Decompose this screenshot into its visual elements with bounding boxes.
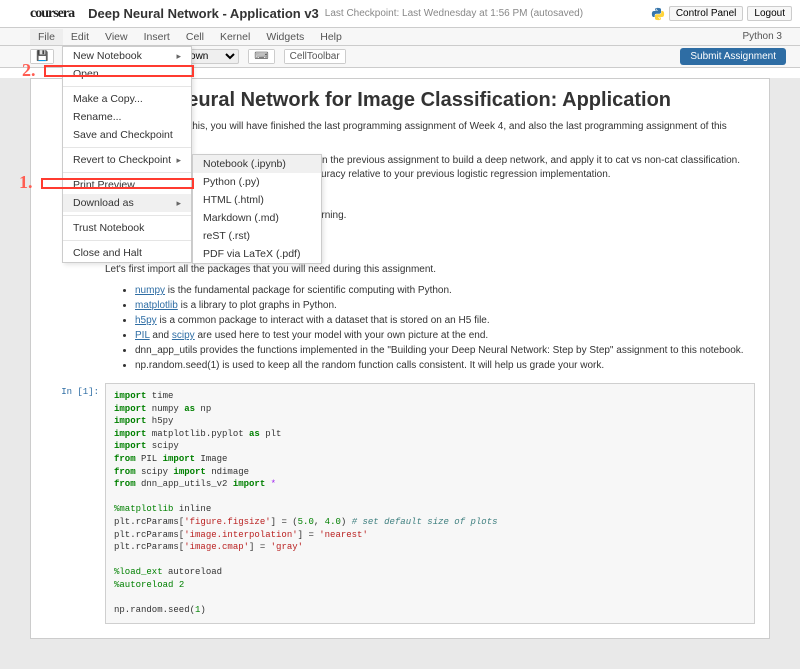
menu-trust-notebook[interactable]: Trust Notebook <box>63 219 191 237</box>
download-md[interactable]: Markdown (.md) <box>193 209 321 227</box>
control-panel-button[interactable]: Control Panel <box>669 6 744 21</box>
link-numpy[interactable]: numpy <box>135 285 165 296</box>
menu-close-halt[interactable]: Close and Halt <box>63 244 191 262</box>
divider <box>63 215 191 216</box>
annotation-1-label: 1. <box>19 172 33 193</box>
menu-revert-label: Revert to Checkpoint <box>73 154 171 166</box>
divider <box>63 86 191 87</box>
download-rst-label: reST (.rst) <box>203 230 250 242</box>
pkg-conj: and <box>150 330 172 341</box>
keyboard-icon[interactable]: ⌨ <box>249 50 273 63</box>
pkg-text: is the fundamental package for scientifi… <box>165 285 452 296</box>
download-pdf-label: PDF via LaTeX (.pdf) <box>203 248 300 260</box>
menu-widgets[interactable]: Widgets <box>258 29 312 45</box>
pkg-text: is a common package to interact with a d… <box>157 315 490 326</box>
menu-view[interactable]: View <box>97 29 136 45</box>
menu-download-as[interactable]: Download as ▸ <box>63 194 191 212</box>
divider <box>63 172 191 173</box>
menu-rename-label: Rename... <box>73 111 121 123</box>
menu-file[interactable]: File <box>30 29 63 45</box>
menu-rename[interactable]: Rename... <box>63 108 191 126</box>
nb-p1: u finish this, you will have finished th… <box>155 120 755 148</box>
download-html-label: HTML (.html) <box>203 194 264 206</box>
kernel-indicator: Python 3 <box>743 31 800 42</box>
nb-p3: Let's first import all the packages that… <box>105 263 755 277</box>
list-item: dnn_app_utils provides the functions imp… <box>135 343 755 358</box>
brand-logo: coursera <box>30 6 74 22</box>
menu-print-preview[interactable]: Print Preview <box>63 176 191 194</box>
list-item: PIL and scipy are used here to test your… <box>135 328 755 343</box>
menu-help[interactable]: Help <box>312 29 350 45</box>
menu-save-label: Save and Checkpoint <box>73 129 173 141</box>
pkg-text: are used here to test your model with yo… <box>195 330 489 341</box>
pkg-text: is a library to plot graphs in Python. <box>178 300 337 311</box>
pkg-list: numpy is the fundamental package for sci… <box>135 283 755 373</box>
list-item: matplotlib is a library to plot graphs i… <box>135 298 755 313</box>
link-scipy[interactable]: scipy <box>172 330 195 341</box>
download-ipynb[interactable]: Notebook (.ipynb) <box>193 155 321 173</box>
menu-open[interactable]: Open... <box>63 65 191 83</box>
celltoolbar-button[interactable]: CellToolbar <box>285 50 345 63</box>
menu-print-label: Print Preview <box>73 179 135 191</box>
divider <box>63 147 191 148</box>
menu-open-label: Open... <box>73 68 107 80</box>
divider <box>63 240 191 241</box>
menu-close-label: Close and Halt <box>73 247 142 259</box>
download-rst[interactable]: reST (.rst) <box>193 227 321 245</box>
logout-button[interactable]: Logout <box>747 6 792 21</box>
chevron-right-icon: ▸ <box>176 198 181 209</box>
chevron-right-icon: ▸ <box>176 51 181 62</box>
menu-cell[interactable]: Cell <box>178 29 212 45</box>
menu-edit[interactable]: Edit <box>63 29 97 45</box>
annotation-2-label: 2. <box>22 60 36 81</box>
notebook-title[interactable]: Deep Neural Network - Application v3 <box>88 6 319 21</box>
link-matplotlib[interactable]: matplotlib <box>135 300 178 311</box>
menu-new-label: New Notebook <box>73 50 142 62</box>
chevron-right-icon: ▸ <box>176 155 181 166</box>
menu-save-checkpoint[interactable]: Save and Checkpoint <box>63 126 191 144</box>
link-pil[interactable]: PIL <box>135 330 150 341</box>
menu-download-label: Download as <box>73 197 134 209</box>
download-html[interactable]: HTML (.html) <box>193 191 321 209</box>
download-md-label: Markdown (.md) <box>203 212 279 224</box>
menu-new-notebook[interactable]: New Notebook ▸ <box>63 47 191 65</box>
menubar: File Edit View Insert Cell Kernel Widget… <box>0 28 800 46</box>
nb-heading: p Neural Network for Image Classificatio… <box>155 89 755 112</box>
menu-copy-label: Make a Copy... <box>73 93 143 105</box>
download-pdf[interactable]: PDF via LaTeX (.pdf) <box>193 245 321 263</box>
link-h5py[interactable]: h5py <box>135 315 157 326</box>
list-item: h5py is a common package to interact wit… <box>135 313 755 328</box>
list-item: np.random.seed(1) is used to keep all th… <box>135 358 755 373</box>
app-header: coursera Deep Neural Network - Applicati… <box>0 0 800 28</box>
checkpoint-text: Last Checkpoint: Last Wednesday at 1:56 … <box>325 8 583 19</box>
menu-kernel[interactable]: Kernel <box>212 29 258 45</box>
submit-assignment-button[interactable]: Submit Assignment <box>680 48 786 65</box>
menu-make-copy[interactable]: Make a Copy... <box>63 90 191 108</box>
menu-revert-checkpoint[interactable]: Revert to Checkpoint ▸ <box>63 151 191 169</box>
menu-insert[interactable]: Insert <box>136 29 178 45</box>
python-icon <box>651 7 665 21</box>
download-py[interactable]: Python (.py) <box>193 173 321 191</box>
download-as-submenu: Notebook (.ipynb) Python (.py) HTML (.ht… <box>192 154 322 264</box>
download-py-label: Python (.py) <box>203 176 260 188</box>
list-item: numpy is the fundamental package for sci… <box>135 283 755 298</box>
menu-trust-label: Trust Notebook <box>73 222 144 234</box>
download-ipynb-label: Notebook (.ipynb) <box>203 158 286 170</box>
file-dropdown: New Notebook ▸ Open... Make a Copy... Ren… <box>62 46 192 263</box>
